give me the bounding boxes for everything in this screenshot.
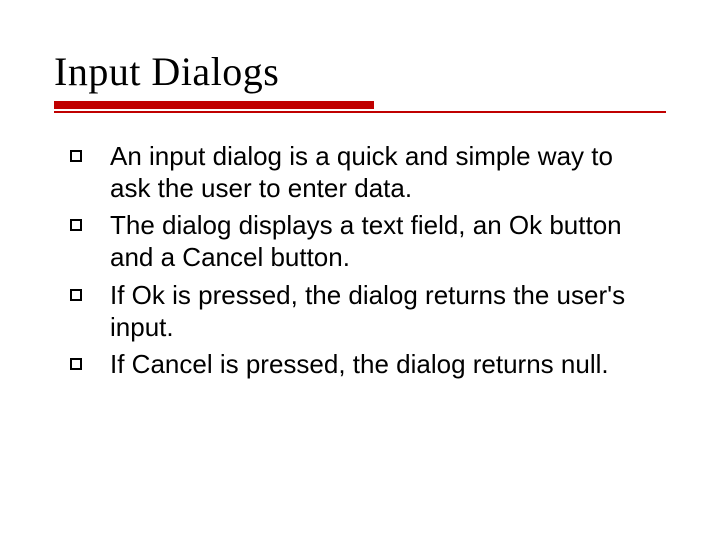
slide: Input Dialogs An input dialog is a quick… <box>0 0 720 540</box>
bullet-text: An input dialog is a quick and simple wa… <box>110 141 613 203</box>
accent-bar-thin <box>54 111 666 113</box>
square-bullet-icon <box>70 219 82 231</box>
square-bullet-icon <box>70 358 82 370</box>
list-item: If Ok is pressed, the dialog returns the… <box>66 280 656 343</box>
square-bullet-icon <box>70 289 82 301</box>
bullet-text: The dialog displays a text field, an Ok … <box>110 210 622 272</box>
accent-bar-thick <box>54 101 374 109</box>
title-underline <box>54 101 666 113</box>
bullet-text: If Ok is pressed, the dialog returns the… <box>110 280 625 342</box>
square-bullet-icon <box>70 150 82 162</box>
slide-body: An input dialog is a quick and simple wa… <box>54 141 666 381</box>
list-item: An input dialog is a quick and simple wa… <box>66 141 656 204</box>
bullet-text: If Cancel is pressed, the dialog returns… <box>110 349 609 379</box>
list-item: If Cancel is pressed, the dialog returns… <box>66 349 656 381</box>
slide-title: Input Dialogs <box>54 48 666 95</box>
bullet-list: An input dialog is a quick and simple wa… <box>66 141 656 381</box>
list-item: The dialog displays a text field, an Ok … <box>66 210 656 273</box>
